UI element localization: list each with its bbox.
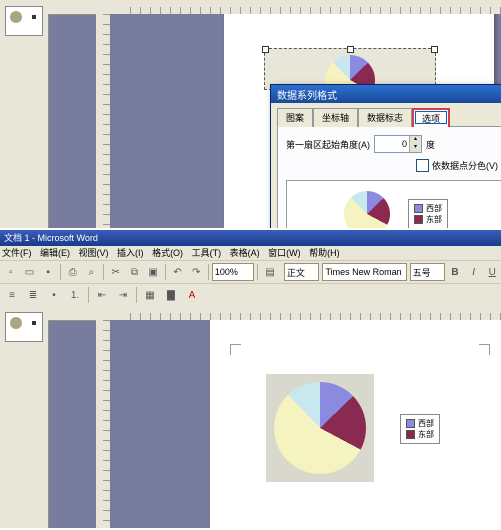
toolbar-standard: ▫ ▭ ▪ ⎙ ⌕ ✂ ⧉ ▣ ↶ ↷ 100% ▤ 正文 Times New …	[0, 260, 501, 283]
outline-pane	[0, 306, 49, 528]
outline-pane	[0, 0, 49, 228]
menu-window[interactable]: 窗口(W)	[268, 248, 301, 258]
print-icon[interactable]: ⎙	[64, 262, 82, 282]
angle-label: 第一扇区起始角度(A)	[286, 138, 370, 151]
read-icon[interactable]: ▤	[261, 262, 279, 282]
angle-unit: 度	[426, 138, 435, 151]
tab-labels[interactable]: 数据标志	[358, 108, 412, 127]
document-canvas[interactable]: 数据系列格式 × 图案 坐标轴 数据标志 选项 第一扇区起始角度(A) ▴▾	[110, 14, 501, 228]
indent-dec-icon[interactable]: ⇤	[92, 285, 112, 305]
vary-colors-checkbox[interactable]	[416, 159, 429, 172]
format-dialog: 数据系列格式 × 图案 坐标轴 数据标志 选项 第一扇区起始角度(A) ▴▾	[270, 84, 501, 228]
preview-pie	[344, 191, 390, 228]
menu-table[interactable]: 表格(A)	[230, 248, 260, 258]
open-icon[interactable]: ▭	[21, 262, 39, 282]
menu-edit[interactable]: 编辑(E)	[40, 248, 70, 258]
vary-colors-label: 依数据点分色(V)	[432, 159, 498, 172]
underline-icon[interactable]: U	[483, 262, 501, 282]
page: 西部 东部	[210, 320, 501, 528]
page-thumbnail[interactable]	[5, 6, 43, 36]
new-icon[interactable]: ▫	[2, 262, 20, 282]
spin-down-icon[interactable]: ▾	[409, 144, 421, 152]
bullets-icon[interactable]: •	[44, 285, 64, 305]
preview-legend: 西部 东部	[408, 199, 448, 228]
chart-preview: 西部 东部	[286, 180, 501, 228]
margin-corner-icon	[230, 344, 241, 355]
numbering-icon[interactable]: 1.	[65, 285, 85, 305]
redo-icon[interactable]: ↷	[187, 262, 205, 282]
ruler-horizontal	[48, 0, 501, 15]
margin-corner-icon	[479, 344, 490, 355]
tab-pattern[interactable]: 图案	[277, 108, 313, 127]
angle-spinner[interactable]: ▴▾	[374, 135, 422, 153]
preview-icon[interactable]: ⌕	[82, 262, 100, 282]
paste-icon[interactable]: ▣	[144, 262, 162, 282]
style-select[interactable]: 正文	[284, 263, 320, 281]
toolbar-format: ≡ ≣ • 1. ⇤ ⇥ ▦ ▇ A	[0, 283, 501, 306]
zoom-select[interactable]: 100%	[212, 263, 254, 281]
menu-insert[interactable]: 插入(I)	[117, 248, 144, 258]
dialog-tabs: 图案 坐标轴 数据标志 选项	[271, 103, 501, 126]
page-thumbnail[interactable]	[5, 312, 43, 342]
menu-format[interactable]: 格式(O)	[152, 248, 183, 258]
menubar[interactable]: 文件(F) 编辑(E) 视图(V) 插入(I) 格式(O) 工具(T) 表格(A…	[0, 246, 501, 260]
border-icon[interactable]: ▦	[140, 285, 160, 305]
tab-axis[interactable]: 坐标轴	[313, 108, 358, 127]
italic-icon[interactable]: I	[465, 262, 483, 282]
dialog-title: 数据系列格式	[277, 87, 337, 102]
screenshot-top: 数据系列格式 × 图案 坐标轴 数据标志 选项 第一扇区起始角度(A) ▴▾	[0, 0, 501, 230]
tab-panel: 第一扇区起始角度(A) ▴▾ 度 依数据点分色(V)	[277, 126, 501, 228]
document-canvas[interactable]: 西部 东部	[110, 320, 501, 528]
chart-object[interactable]	[266, 374, 374, 482]
angle-input[interactable]	[375, 136, 409, 152]
cut-icon[interactable]: ✂	[107, 262, 125, 282]
spin-up-icon[interactable]: ▴	[409, 136, 421, 144]
font-select[interactable]: Times New Roman	[322, 263, 406, 281]
indent-inc-icon[interactable]: ⇥	[113, 285, 133, 305]
chart-legend[interactable]: 西部 东部	[400, 414, 440, 444]
screenshot-bottom: 文档 1 - Microsoft Word 文件(F) 编辑(E) 视图(V) …	[0, 230, 501, 528]
app-title: 文档 1 - Microsoft Word	[4, 233, 98, 243]
pie-chart	[274, 382, 366, 474]
menu-file[interactable]: 文件(F)	[2, 248, 32, 258]
tab-options[interactable]: 选项	[412, 108, 450, 127]
fontcolor-icon[interactable]: A	[182, 285, 202, 305]
copy-icon[interactable]: ⧉	[126, 262, 144, 282]
align-center-icon[interactable]: ≣	[23, 285, 43, 305]
size-select[interactable]: 五号	[410, 263, 446, 281]
bold-icon[interactable]: B	[446, 262, 464, 282]
menu-view[interactable]: 视图(V)	[79, 248, 109, 258]
save-icon[interactable]: ▪	[39, 262, 57, 282]
ruler-vertical	[96, 320, 111, 528]
align-left-icon[interactable]: ≡	[2, 285, 22, 305]
ruler-vertical	[96, 14, 111, 228]
ruler-horizontal	[48, 306, 501, 321]
dialog-titlebar[interactable]: 数据系列格式 ×	[271, 85, 501, 103]
menu-tools[interactable]: 工具(T)	[192, 248, 222, 258]
menu-help[interactable]: 帮助(H)	[309, 248, 340, 258]
highlight-icon[interactable]: ▇	[161, 285, 181, 305]
window-titlebar[interactable]: 文档 1 - Microsoft Word	[0, 230, 501, 246]
undo-icon[interactable]: ↶	[169, 262, 187, 282]
